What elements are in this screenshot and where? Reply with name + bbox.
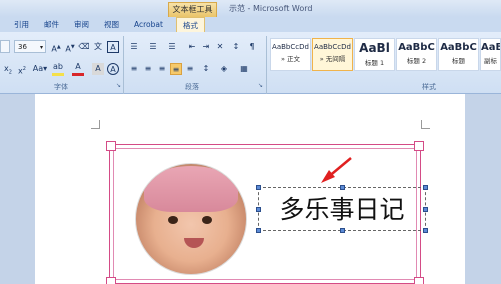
style-title[interactable]: AaBbC 标题	[438, 38, 479, 71]
margin-corner-mark	[421, 120, 430, 129]
margin-corner-mark	[91, 120, 100, 129]
text-direction-icon[interactable]: ✕	[214, 41, 226, 53]
tab-references[interactable]: 引用	[14, 18, 29, 31]
contextual-tab-group-label: 文本框工具	[168, 2, 217, 17]
style-no-spacing[interactable]: AaBbCcDd » 无间隔	[312, 38, 353, 71]
superscript-icon[interactable]: x2	[16, 63, 28, 76]
baby-photo[interactable]	[135, 163, 247, 275]
align-center-icon[interactable]: ≡	[142, 63, 154, 75]
distributed-icon[interactable]: ≡	[184, 63, 196, 75]
ribbon-tabs: 引用 邮件 审阅 视图 Acrobat 格式	[0, 17, 501, 33]
frame-corner-ornament	[414, 141, 424, 151]
show-marks-icon[interactable]: ¶	[246, 41, 258, 53]
font-dialog-launcher-icon[interactable]: ↘	[116, 82, 121, 89]
font-size-value: 36	[18, 43, 27, 51]
resize-handle[interactable]	[423, 185, 428, 190]
numbering-icon[interactable]: ☰	[147, 41, 159, 53]
resize-handle[interactable]	[340, 185, 345, 190]
resize-handle[interactable]	[423, 207, 428, 212]
style-sample: AaB	[481, 42, 500, 53]
style-normal[interactable]: AaBbCcDd » 正文	[270, 38, 311, 71]
font-color-bar	[72, 73, 84, 76]
tab-acrobat[interactable]: Acrobat	[134, 18, 163, 31]
borders-icon[interactable]: ▦	[238, 63, 250, 75]
resize-handle[interactable]	[256, 185, 261, 190]
tab-view[interactable]: 视图	[104, 18, 119, 31]
red-arrow-annotation	[321, 157, 352, 183]
styles-group-label: 样式	[422, 83, 436, 91]
photo-mouth	[184, 238, 204, 248]
paragraph-group-label: 段落	[185, 83, 199, 91]
resize-handle[interactable]	[256, 207, 261, 212]
char-border-icon[interactable]: A	[107, 41, 119, 53]
font-name-combo[interactable]	[0, 40, 10, 53]
align-left-icon[interactable]: ≡	[128, 63, 140, 75]
tab-review[interactable]: 审阅	[74, 18, 89, 31]
title-textbox[interactable]: 多乐事日记	[256, 185, 428, 233]
frame-corner-ornament	[106, 277, 116, 284]
style-sample: AaBbC	[440, 42, 477, 53]
style-sample: AaBbCcDd	[314, 43, 351, 51]
textbox-text[interactable]: 多乐事日记	[259, 188, 425, 230]
multilevel-list-icon[interactable]: ☰	[166, 41, 178, 53]
word-window: 文本框工具 示范 - Microsoft Word 引用 邮件 审阅 视图 Ac…	[0, 0, 501, 284]
phonetic-guide-icon[interactable]: 文	[92, 41, 104, 53]
title-bar: 文本框工具 示范 - Microsoft Word	[0, 0, 501, 17]
style-sample: AaBbC	[398, 42, 435, 53]
style-name: » 无间隔	[319, 55, 346, 63]
resize-handle[interactable]	[340, 228, 345, 233]
style-name: 标题 1	[364, 59, 385, 67]
font-color-icon[interactable]: A	[72, 61, 84, 73]
enclose-char-icon[interactable]: A	[107, 63, 119, 75]
style-heading-1[interactable]: AaBl 标题 1	[354, 38, 395, 71]
subscript-icon[interactable]: x2	[2, 63, 14, 76]
highlight-color-bar	[52, 73, 64, 76]
style-name: » 正文	[280, 55, 301, 63]
frame-corner-ornament	[106, 141, 116, 151]
decrease-indent-icon[interactable]: ⇤	[186, 41, 198, 53]
tab-mailings[interactable]: 邮件	[44, 18, 59, 31]
font-group-label: 字体	[54, 83, 68, 91]
align-right-icon[interactable]: ≡	[156, 63, 168, 75]
style-heading-2[interactable]: AaBbC 标题 2	[396, 38, 437, 71]
grow-font-icon[interactable]: A▲	[50, 41, 62, 54]
style-name: 标题 2	[406, 57, 427, 65]
resize-handle[interactable]	[423, 228, 428, 233]
justify-icon[interactable]: ≡	[170, 63, 182, 75]
tab-format[interactable]: 格式	[176, 17, 205, 33]
paragraph-dialog-launcher-icon[interactable]: ↘	[258, 82, 263, 89]
style-sample: AaBl	[359, 41, 390, 55]
char-shading-icon[interactable]: A	[92, 63, 104, 75]
increase-indent-icon[interactable]: ⇥	[200, 41, 212, 53]
highlight-icon[interactable]: ab	[52, 61, 64, 73]
style-name: 标题	[452, 57, 465, 65]
shading-icon[interactable]: ◈	[218, 63, 230, 75]
style-sample: AaBbCcDd	[272, 43, 309, 51]
photo-hat	[144, 166, 238, 212]
photo-eye	[168, 216, 178, 224]
shrink-font-icon[interactable]: A▼	[64, 41, 76, 54]
clear-format-icon[interactable]: ⌫	[78, 41, 90, 53]
change-case-icon[interactable]: Aa▾	[32, 63, 48, 75]
resize-handle[interactable]	[256, 228, 261, 233]
frame-corner-ornament	[414, 277, 424, 284]
sort-icon[interactable]: ↕	[230, 41, 242, 53]
line-spacing-icon[interactable]: ↕	[200, 63, 212, 75]
style-subtitle[interactable]: AaB 副标	[480, 38, 501, 71]
photo-eye	[202, 216, 212, 224]
window-title: 示范 - Microsoft Word	[229, 4, 313, 13]
style-name: 副标	[484, 57, 497, 65]
chevron-down-icon: ▾	[39, 44, 43, 51]
bullets-icon[interactable]: ☰	[128, 41, 140, 53]
font-size-combo[interactable]: 36 ▾	[14, 40, 46, 53]
